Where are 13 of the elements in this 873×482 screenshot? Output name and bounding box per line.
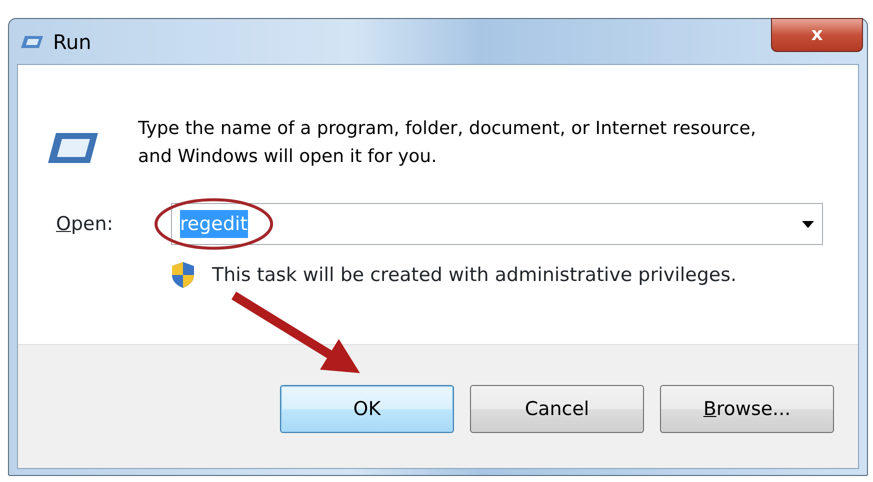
- run-icon: [21, 34, 45, 50]
- open-label: Open:: [56, 212, 114, 237]
- dialog-button[interactable]: OK: [280, 385, 454, 433]
- instruction-text: Type the name of a program, folder, document, or Internet resource, and Windows will open it for you.: [137, 117, 758, 169]
- privilege-note: This task will be created with administrative privileges.: [212, 263, 737, 288]
- close-button[interactable]: x: [771, 18, 863, 52]
- dropdown-caret-icon[interactable]: [802, 220, 814, 228]
- window-title: Run: [53, 28, 92, 56]
- shield-icon: [170, 261, 196, 290]
- field-value: regedit: [180, 210, 248, 238]
- dialog-button[interactable]: Cancel: [470, 385, 644, 433]
- dialog-button[interactable]: Browse...: [660, 385, 834, 433]
- run-icon: [48, 131, 98, 165]
